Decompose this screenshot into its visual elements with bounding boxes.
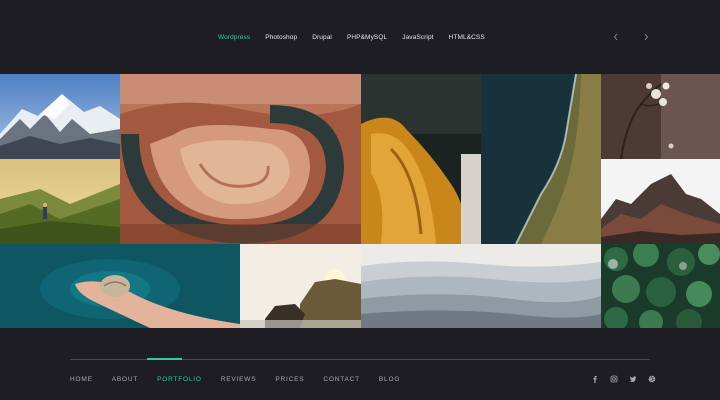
twitter-icon[interactable] [629,375,637,383]
gallery-image-hiker-hill[interactable] [0,159,120,244]
active-nav-indicator [147,358,182,360]
nav-portfolio[interactable]: PORTFOLIO [157,376,202,383]
filter-wordpress[interactable]: Wordpress [218,34,250,41]
gallery-image-snowy-mountains[interactable] [0,74,120,159]
chevron-right-icon[interactable] [642,32,650,42]
instagram-icon[interactable] [610,375,618,383]
filter-drupal[interactable]: Drupal [312,34,332,41]
nav-prices[interactable]: PRICES [275,376,304,383]
nav-about[interactable]: ABOUT [112,376,138,383]
filter-javascript[interactable]: JavaScript [402,34,433,41]
filter-bar: Wordpress Photoshop Drupal PHP&MySQL Jav… [0,0,720,74]
portfolio-gallery [0,74,720,328]
category-filters: Wordpress Photoshop Drupal PHP&MySQL Jav… [218,34,500,41]
chevron-left-icon[interactable] [612,32,620,42]
footer-nav: HOME ABOUT PORTFOLIO REVIEWS PRICES CONT… [70,376,419,383]
gallery-image-misty-mountains[interactable] [361,244,601,328]
nav-contact[interactable]: CONTACT [323,376,360,383]
gallery-image-coastal-rocks[interactable] [240,244,361,328]
footer: HOME ABOUT PORTFOLIO REVIEWS PRICES CONT… [0,328,720,400]
nav-home[interactable]: HOME [70,376,93,383]
gallery-image-pine-forest[interactable] [601,244,720,328]
gallery-image-hand-shell[interactable] [0,244,240,328]
nav-reviews[interactable]: REVIEWS [221,376,257,383]
gallery-image-coastline[interactable] [481,74,601,244]
gallery-image-rocky-ridge[interactable] [601,159,720,244]
gallery-image-branch-blossom[interactable] [601,74,720,159]
nav-blog[interactable]: BLOG [379,376,400,383]
gallery-image-canyon-bend[interactable] [120,74,361,244]
gallery-arrows [612,32,650,42]
filter-photoshop[interactable]: Photoshop [265,34,297,41]
facebook-icon[interactable] [591,375,599,383]
social-links [591,375,656,383]
gallery-image-golden-fabric[interactable] [361,74,481,244]
filter-php-mysql[interactable]: PHP&MySQL [347,34,387,41]
dribbble-icon[interactable] [648,375,656,383]
filter-html-css[interactable]: HTML&CSS [449,34,485,41]
